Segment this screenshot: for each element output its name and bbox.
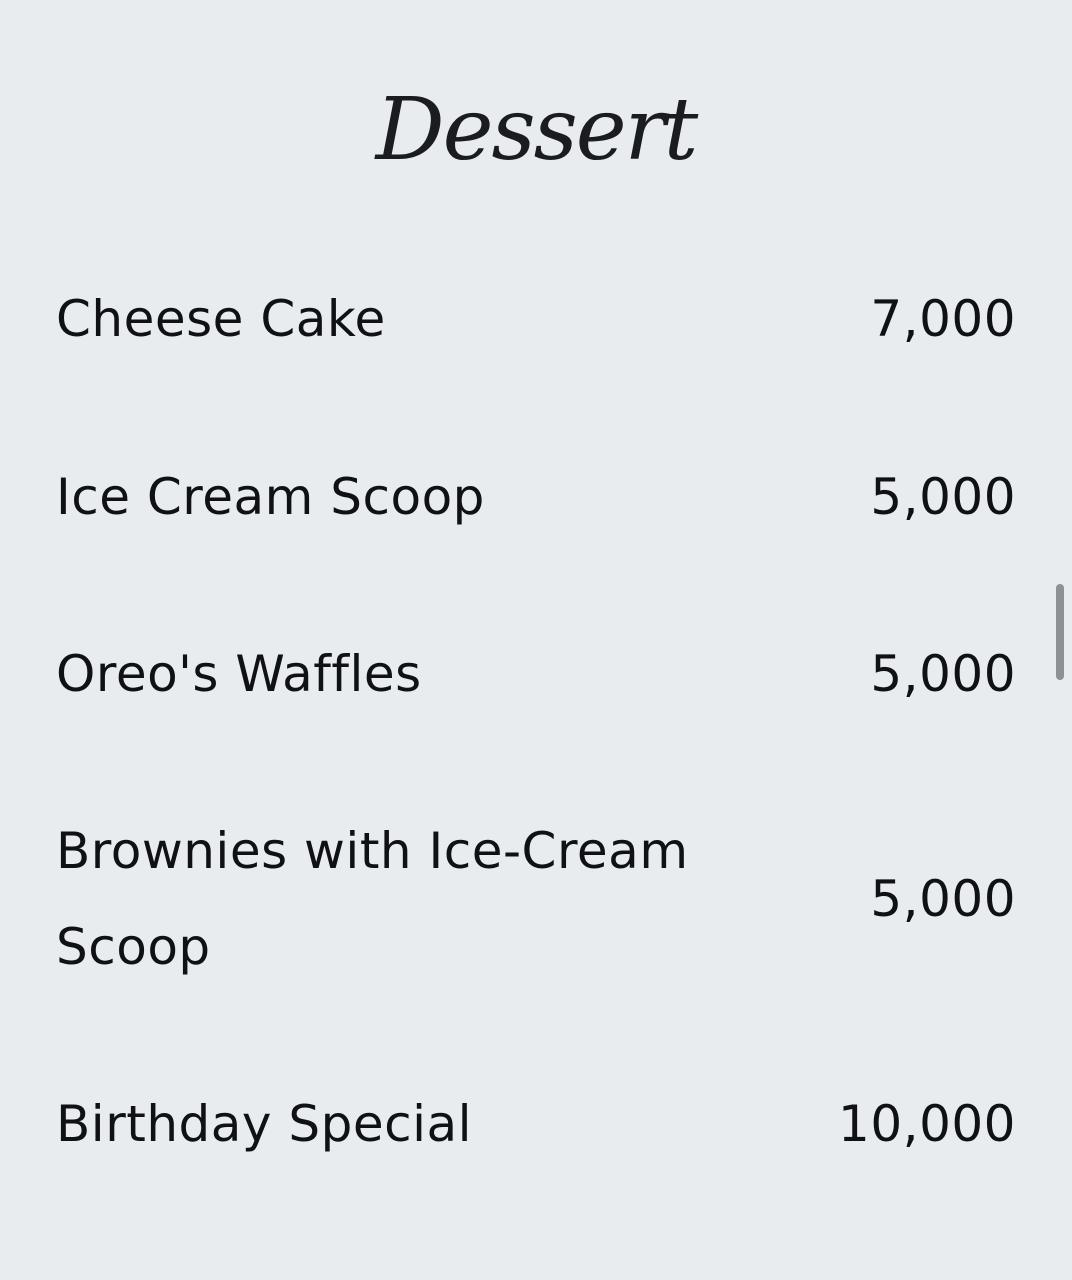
menu-item-name: Birthday Special bbox=[56, 1095, 473, 1153]
menu-item-price: 5,000 bbox=[870, 468, 1016, 526]
menu-item-name: Cheese Cake bbox=[56, 290, 386, 348]
menu-item[interactable]: Birthday Special 10,000 bbox=[56, 1076, 1016, 1172]
menu-item-price: 5,000 bbox=[870, 645, 1016, 703]
menu-item-price: 5,000 bbox=[870, 870, 1016, 928]
menu-item-name: Ice Cream Scoop bbox=[56, 468, 485, 526]
menu-item-price: 7,000 bbox=[870, 290, 1016, 348]
vertical-scrollbar-thumb[interactable] bbox=[1056, 584, 1064, 680]
menu-item-price: 10,000 bbox=[838, 1095, 1016, 1153]
menu-item-name: Brownies with Ice-Cream Scoop bbox=[56, 822, 689, 976]
menu-item[interactable]: Cheese Cake 7,000 bbox=[56, 271, 1016, 367]
menu-item[interactable]: Ice Cream Scoop 5,000 bbox=[56, 449, 1016, 545]
menu-item[interactable]: Oreo's Waffles 5,000 bbox=[56, 626, 1016, 722]
menu-list: Cheese Cake 7,000 Ice Cream Scoop 5,000 … bbox=[56, 0, 1016, 1280]
menu-item-name: Oreo's Waffles bbox=[56, 645, 422, 703]
menu-item[interactable]: Brownies with Ice-Cream Scoop 5,000 bbox=[56, 803, 1016, 995]
